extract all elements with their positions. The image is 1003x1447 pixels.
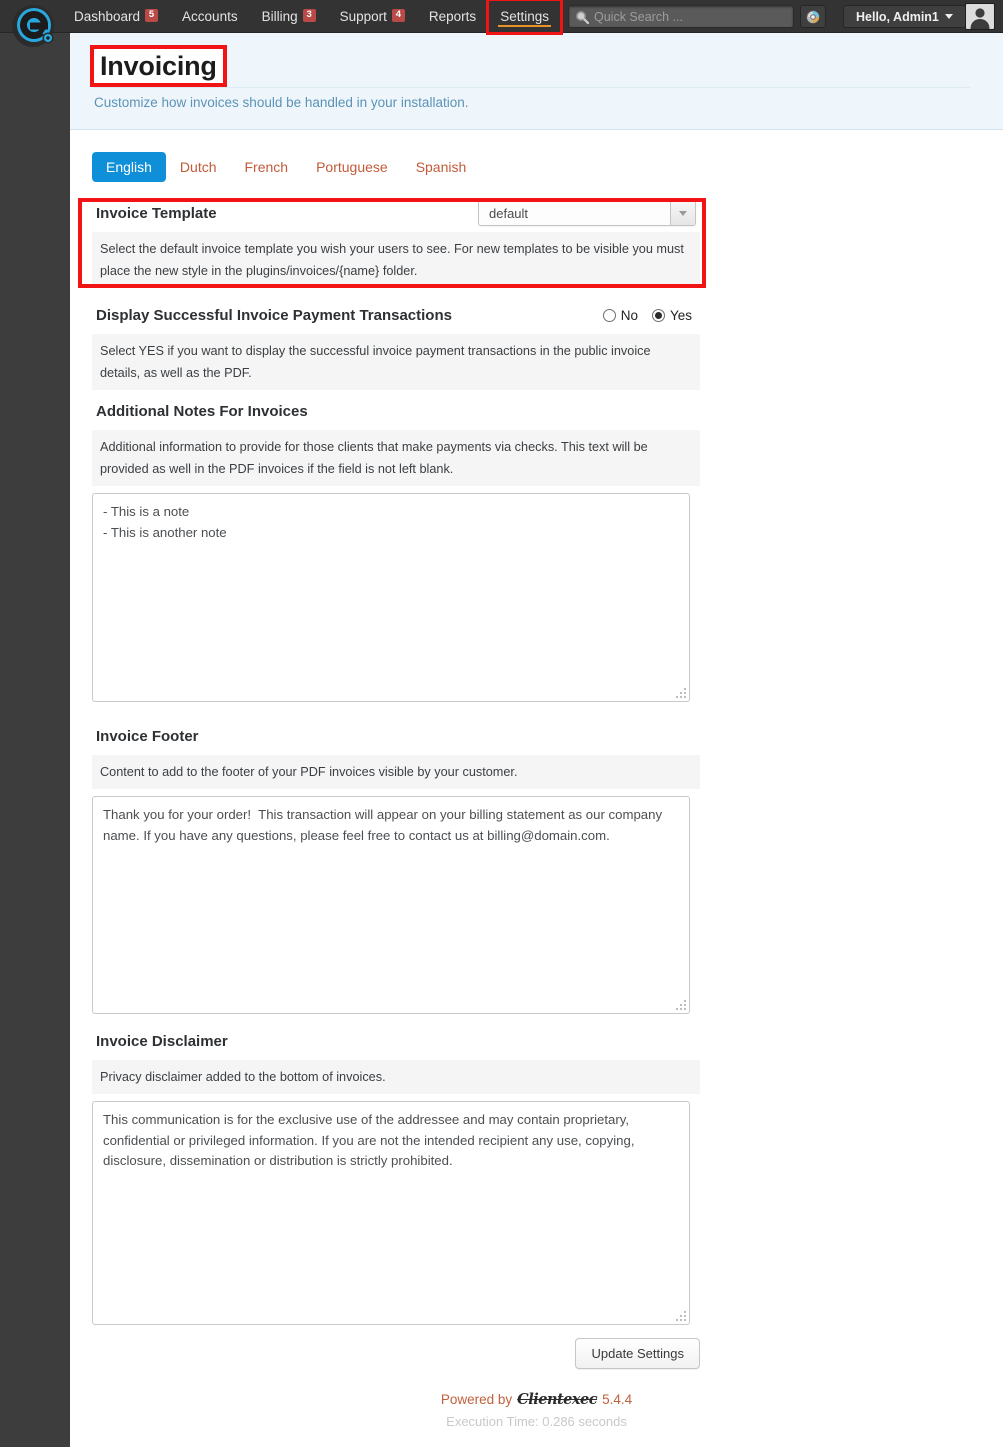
invoice-disclaimer-value: This communication is for the exclusive … bbox=[103, 1112, 639, 1168]
chevron-down-icon bbox=[944, 14, 953, 19]
additional-notes-textarea[interactable]: - This is a note - This is another note bbox=[92, 493, 690, 702]
tab-spanish[interactable]: Spanish bbox=[402, 152, 481, 182]
clientexec-e-plus-logo-icon bbox=[12, 5, 54, 47]
setting-description-display-transactions: Select YES if you want to display the su… bbox=[92, 334, 700, 390]
active-nav-underline bbox=[498, 25, 551, 27]
invoice-footer-textarea[interactable]: Thank you for your order! This transacti… bbox=[92, 796, 690, 1014]
nav-badge-dashboard: 5 bbox=[145, 9, 159, 22]
nav-item-accounts[interactable]: Accounts bbox=[170, 0, 250, 33]
nav-item-label: Reports bbox=[428, 9, 477, 24]
radio-label: Yes bbox=[669, 307, 692, 323]
setting-invoice-footer: Invoice Footer Content to add to the foo… bbox=[92, 721, 700, 1014]
main-content: English Dutch French Portuguese Spanish … bbox=[70, 130, 1003, 1447]
setting-description-invoice-footer: Content to add to the footer of your PDF… bbox=[92, 755, 700, 789]
tab-dutch[interactable]: Dutch bbox=[166, 152, 231, 182]
radio-icon-selected bbox=[651, 308, 665, 322]
app-logo[interactable] bbox=[8, 1, 60, 53]
left-rail bbox=[0, 0, 70, 1447]
page-header: Invoicing Customize how invoices should … bbox=[70, 33, 1003, 130]
nav-item-label: Dashboard bbox=[74, 9, 141, 24]
nav-item-label: Settings bbox=[500, 9, 549, 24]
setting-header: Invoice Disclaimer bbox=[92, 1026, 700, 1060]
invoice-template-selected-value: default bbox=[489, 205, 529, 221]
resize-handle[interactable] bbox=[675, 1310, 686, 1321]
update-settings-button[interactable]: Update Settings bbox=[575, 1338, 700, 1369]
setting-header: Invoice Template default bbox=[92, 198, 700, 232]
setting-label-additional-notes: Additional Notes For Invoices bbox=[96, 402, 308, 420]
additional-notes-value: - This is a note - This is another note bbox=[103, 504, 227, 540]
radio-option-yes[interactable]: Yes bbox=[651, 307, 692, 323]
setting-header: Display Successful Invoice Payment Trans… bbox=[92, 300, 700, 334]
radio-option-no[interactable]: No bbox=[602, 307, 638, 323]
setting-label-invoice-footer: Invoice Footer bbox=[96, 727, 199, 745]
invoice-template-select[interactable]: default bbox=[478, 200, 696, 226]
top-navbar: Dashboard 5 Accounts Billing 3 Support 4… bbox=[0, 0, 1003, 47]
setting-header: Invoice Footer bbox=[92, 721, 700, 755]
setting-description-additional-notes: Additional information to provide for th… bbox=[92, 430, 700, 486]
page-subtitle: Customize how invoices should be handled… bbox=[94, 95, 469, 110]
user-avatar-icon bbox=[967, 5, 993, 29]
primary-nav: Dashboard 5 Accounts Billing 3 Support 4… bbox=[62, 0, 563, 35]
nav-item-dashboard[interactable]: Dashboard 5 bbox=[62, 0, 170, 33]
powered-by-footer: Powered by Clientexec 5.4.4 bbox=[70, 1391, 1003, 1408]
language-tabs: English Dutch French Portuguese Spanish bbox=[92, 152, 480, 182]
nav-item-reports[interactable]: Reports bbox=[417, 0, 488, 33]
setting-description-invoice-disclaimer: Privacy disclaimer added to the bottom o… bbox=[92, 1060, 700, 1094]
nav-item-label: Support bbox=[339, 9, 387, 24]
theme-switcher-button[interactable] bbox=[800, 5, 826, 28]
brand-logo-text: Clientexec bbox=[517, 1391, 598, 1408]
app-root: Dashboard 5 Accounts Billing 3 Support 4… bbox=[0, 0, 1003, 1447]
tab-english[interactable]: English bbox=[92, 152, 166, 182]
setting-invoice-template: Invoice Template default Select the defa… bbox=[92, 198, 700, 288]
radio-label: No bbox=[620, 307, 638, 323]
user-menu-label: Hello, Admin1 bbox=[856, 9, 939, 24]
nav-item-billing[interactable]: Billing 3 bbox=[250, 0, 328, 33]
tab-portuguese[interactable]: Portuguese bbox=[302, 152, 402, 182]
setting-description-invoice-template: Select the default invoice template you … bbox=[92, 232, 700, 288]
setting-label-invoice-template: Invoice Template bbox=[96, 204, 217, 222]
setting-display-transactions: Display Successful Invoice Payment Trans… bbox=[92, 300, 700, 390]
nav-item-support[interactable]: Support 4 bbox=[328, 0, 417, 33]
nav-item-label: Accounts bbox=[182, 9, 238, 24]
header-divider bbox=[94, 87, 970, 88]
nav-item-settings[interactable]: Settings bbox=[486, 0, 563, 35]
nav-item-label: Billing bbox=[261, 9, 298, 24]
setting-label-display-transactions: Display Successful Invoice Payment Trans… bbox=[96, 306, 452, 324]
resize-handle[interactable] bbox=[675, 687, 686, 698]
setting-invoice-disclaimer: Invoice Disclaimer Privacy disclaimer ad… bbox=[92, 1026, 700, 1325]
chevron-down-icon bbox=[670, 201, 695, 225]
search-input[interactable] bbox=[594, 6, 793, 27]
resize-handle[interactable] bbox=[675, 999, 686, 1010]
setting-label-invoice-disclaimer: Invoice Disclaimer bbox=[96, 1032, 228, 1050]
tab-french[interactable]: French bbox=[231, 152, 303, 182]
setting-additional-notes: Additional Notes For Invoices Additional… bbox=[92, 396, 700, 702]
radio-icon bbox=[602, 308, 616, 322]
user-menu-button[interactable]: Hello, Admin1 bbox=[843, 5, 966, 28]
search-icon bbox=[575, 10, 589, 24]
setting-header: Additional Notes For Invoices bbox=[92, 396, 700, 430]
avatar[interactable] bbox=[965, 3, 995, 30]
color-wheel-icon bbox=[806, 10, 820, 23]
display-transactions-radio-group: No Yes bbox=[602, 307, 696, 323]
nav-badge-billing: 3 bbox=[302, 9, 316, 22]
page-title: Invoicing bbox=[90, 45, 227, 87]
nav-badge-support: 4 bbox=[391, 9, 405, 22]
quick-search[interactable] bbox=[568, 5, 794, 28]
invoice-disclaimer-textarea[interactable]: This communication is for the exclusive … bbox=[92, 1101, 690, 1325]
powered-by-label: Powered by bbox=[440, 1392, 513, 1407]
invoice-footer-value: Thank you for your order! This transacti… bbox=[103, 807, 666, 843]
execution-time: Execution Time: 0.286 seconds bbox=[446, 1414, 627, 1429]
version-label: 5.4.4 bbox=[602, 1392, 633, 1407]
